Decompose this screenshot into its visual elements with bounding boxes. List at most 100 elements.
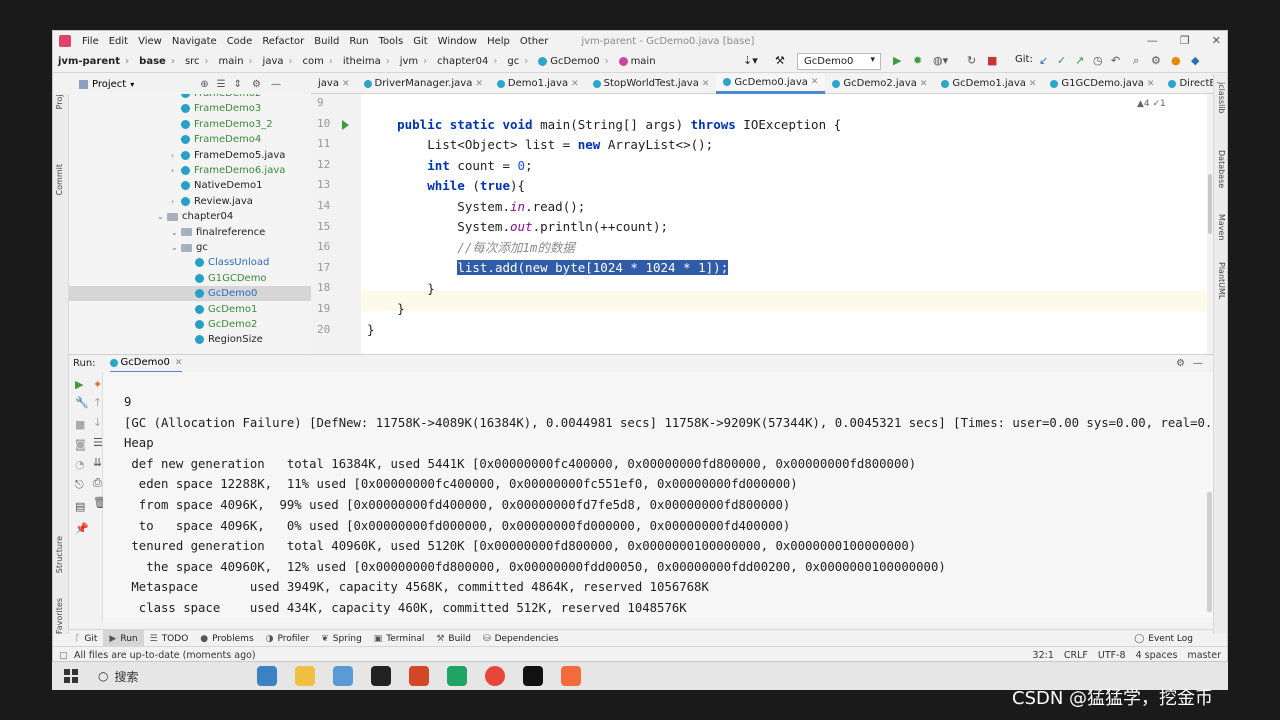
breadcrumb-item[interactable]: gc › [502,56,533,67]
chevron-right-icon[interactable]: › [171,151,181,160]
tab-git[interactable]: ᚴ Git [69,630,103,648]
tree-item[interactable]: ClassUnload [69,255,311,270]
run-config-select[interactable]: GcDemo0 ▾ [797,53,881,70]
layout-icon[interactable]: ▤ [75,500,85,513]
close-icon[interactable]: ✕ [475,79,483,89]
chrome-app-icon[interactable] [484,666,505,686]
tree-item[interactable]: › Review.java [69,194,311,209]
breadcrumb-item[interactable]: jvm › [395,56,432,67]
tree-folder[interactable]: ⌄ chapter04 [69,209,311,224]
chevron-right-icon[interactable]: › [171,166,181,175]
rerun-icon[interactable]: ▶ [75,378,83,391]
run-main-icon[interactable] [342,120,349,130]
app-icon[interactable] [332,666,353,686]
close-icon[interactable]: ✕ [702,79,710,89]
tree-item[interactable]: GcDemo1 [69,302,311,317]
file-encoding[interactable]: UTF-8 [1098,650,1126,661]
coverage-icon[interactable]: ◍▾ [933,54,948,67]
breadcrumb-item[interactable]: base › [134,56,180,67]
menu-window[interactable]: Window [433,36,482,47]
exit-icon[interactable]: ⎋ [75,478,84,492]
arrow-down-icon[interactable]: ↓ [93,416,102,429]
tree-item[interactable]: › FrameDemo6.java [69,163,311,178]
breadcrumb-item[interactable]: src › [180,56,214,67]
tree-folder[interactable]: ⌄ gc [69,240,311,255]
close-icon[interactable]: ✕ [342,79,350,89]
stop-icon[interactable]: ■ [987,54,997,67]
favorites-tool-tab[interactable]: Favorites [55,598,64,634]
stop-icon[interactable]: ■ [75,418,85,431]
debug-icon[interactable]: ✦ [93,378,102,391]
tab-gcdemo0[interactable]: GcDemo0.java ✕ [716,73,826,94]
powerpoint-app-icon[interactable] [408,666,429,686]
menu-tools[interactable]: Tools [374,36,409,47]
scroll-thumb[interactable] [1208,174,1212,234]
breadcrumb-item[interactable]: com › [298,56,338,67]
git-commit-icon[interactable]: ✓ [1057,54,1066,67]
tab-java[interactable]: java ✕ [311,74,357,94]
database-tool-tab[interactable]: Database [1217,150,1226,188]
hide-icon[interactable]: — [271,79,281,90]
breadcrumb-item[interactable]: java › [258,56,298,67]
menu-navigate[interactable]: Navigate [167,36,222,47]
app-icon[interactable] [446,666,467,686]
tree-item[interactable]: FrameDemo2 [69,94,311,101]
minimize-icon[interactable]: — [1147,34,1158,47]
breadcrumb-item[interactable]: main [614,56,661,67]
menu-code[interactable]: Code [222,36,258,47]
console-output[interactable]: 9 [GC (Allocation Failure) [DefNew: 11758… [103,372,1213,622]
tree-item[interactable]: FrameDemo3 [69,101,311,116]
pin-icon[interactable]: 📌 [75,522,89,535]
chevron-right-icon[interactable]: › [171,197,181,206]
tab-dependencies[interactable]: ⛁ Dependencies [477,630,565,648]
terminal-app-icon[interactable] [522,666,543,686]
close-icon[interactable]: ✕ [571,79,579,89]
breadcrumb-item[interactable]: chapter04 › [432,56,502,67]
menu-view[interactable]: View [133,36,167,47]
breadcrumb-item[interactable]: main › [214,56,258,67]
git-history-icon[interactable]: ◷ [1093,54,1103,67]
inspection-widget[interactable]: ▲4 ✓1 [1137,99,1166,109]
tree-item[interactable]: FrameDemo3_2 [69,117,311,132]
caret-position[interactable]: 32:1 [1033,650,1054,661]
tab-spring[interactable]: ❦ Spring [315,630,368,648]
tab-gcdemo2[interactable]: GcDemo2.java ✕ [825,74,934,94]
tree-item[interactable]: NativeDemo1 [69,178,311,193]
close-icon[interactable]: ✕ [811,77,819,87]
indent-setting[interactable]: 4 spaces [1136,650,1178,661]
close-icon[interactable]: ✕ [1029,79,1037,89]
breadcrumb-item[interactable]: jvm-parent › [53,56,134,67]
debug-icon[interactable]: ✹ [913,54,922,67]
chevron-right-icon[interactable]: ⌄ [157,212,167,221]
close-icon[interactable]: ✕ [920,79,928,89]
intellij-app-icon[interactable] [370,666,391,686]
tree-item[interactable]: GcDemo2 [69,317,311,332]
update-icon[interactable]: ● [1171,54,1181,67]
collapse-all-icon[interactable]: ⇕ [234,79,242,90]
tab-terminal[interactable]: ▣ Terminal [368,630,431,648]
tab-drivermanager[interactable]: DriverManager.java ✕ [357,74,490,94]
project-title[interactable]: Project [92,79,126,90]
app-icon[interactable] [560,666,581,686]
tree-item[interactable]: FrameDemo4 [69,132,311,147]
jclasslib-tool-tab[interactable]: jclasslib [1217,82,1226,114]
chevron-down-icon[interactable]: ▾ [130,80,134,89]
tab-build[interactable]: ⚒ Build [430,630,477,648]
menu-run[interactable]: Run [344,36,373,47]
rerun-icon[interactable]: ↻ [967,54,976,67]
tab-gcdemo1[interactable]: GcDemo1.java ✕ [934,74,1043,94]
menu-other[interactable]: Other [515,36,553,47]
rollback-icon[interactable]: ↶ [1111,54,1120,67]
tree-item[interactable]: G1GCDemo [69,271,311,286]
git-push-icon[interactable]: ↗ [1075,54,1084,67]
print-icon[interactable]: ⎙ [93,476,102,490]
tab-event-log[interactable]: ◯ Event Log [1128,630,1199,648]
tab-stopworldtest[interactable]: StopWorldTest.java ✕ [586,74,717,94]
search-icon[interactable]: ⌕ [1133,54,1139,68]
close-icon[interactable]: ✕ [1147,79,1155,89]
gear-icon[interactable]: ⚙ [1151,54,1161,67]
folder-app-icon[interactable] [294,666,315,686]
run-icon[interactable]: ▶ [893,54,901,67]
maven-tool-tab[interactable]: Maven [1217,214,1226,241]
plantuml-tool-tab[interactable]: PlantUML [1217,262,1226,299]
